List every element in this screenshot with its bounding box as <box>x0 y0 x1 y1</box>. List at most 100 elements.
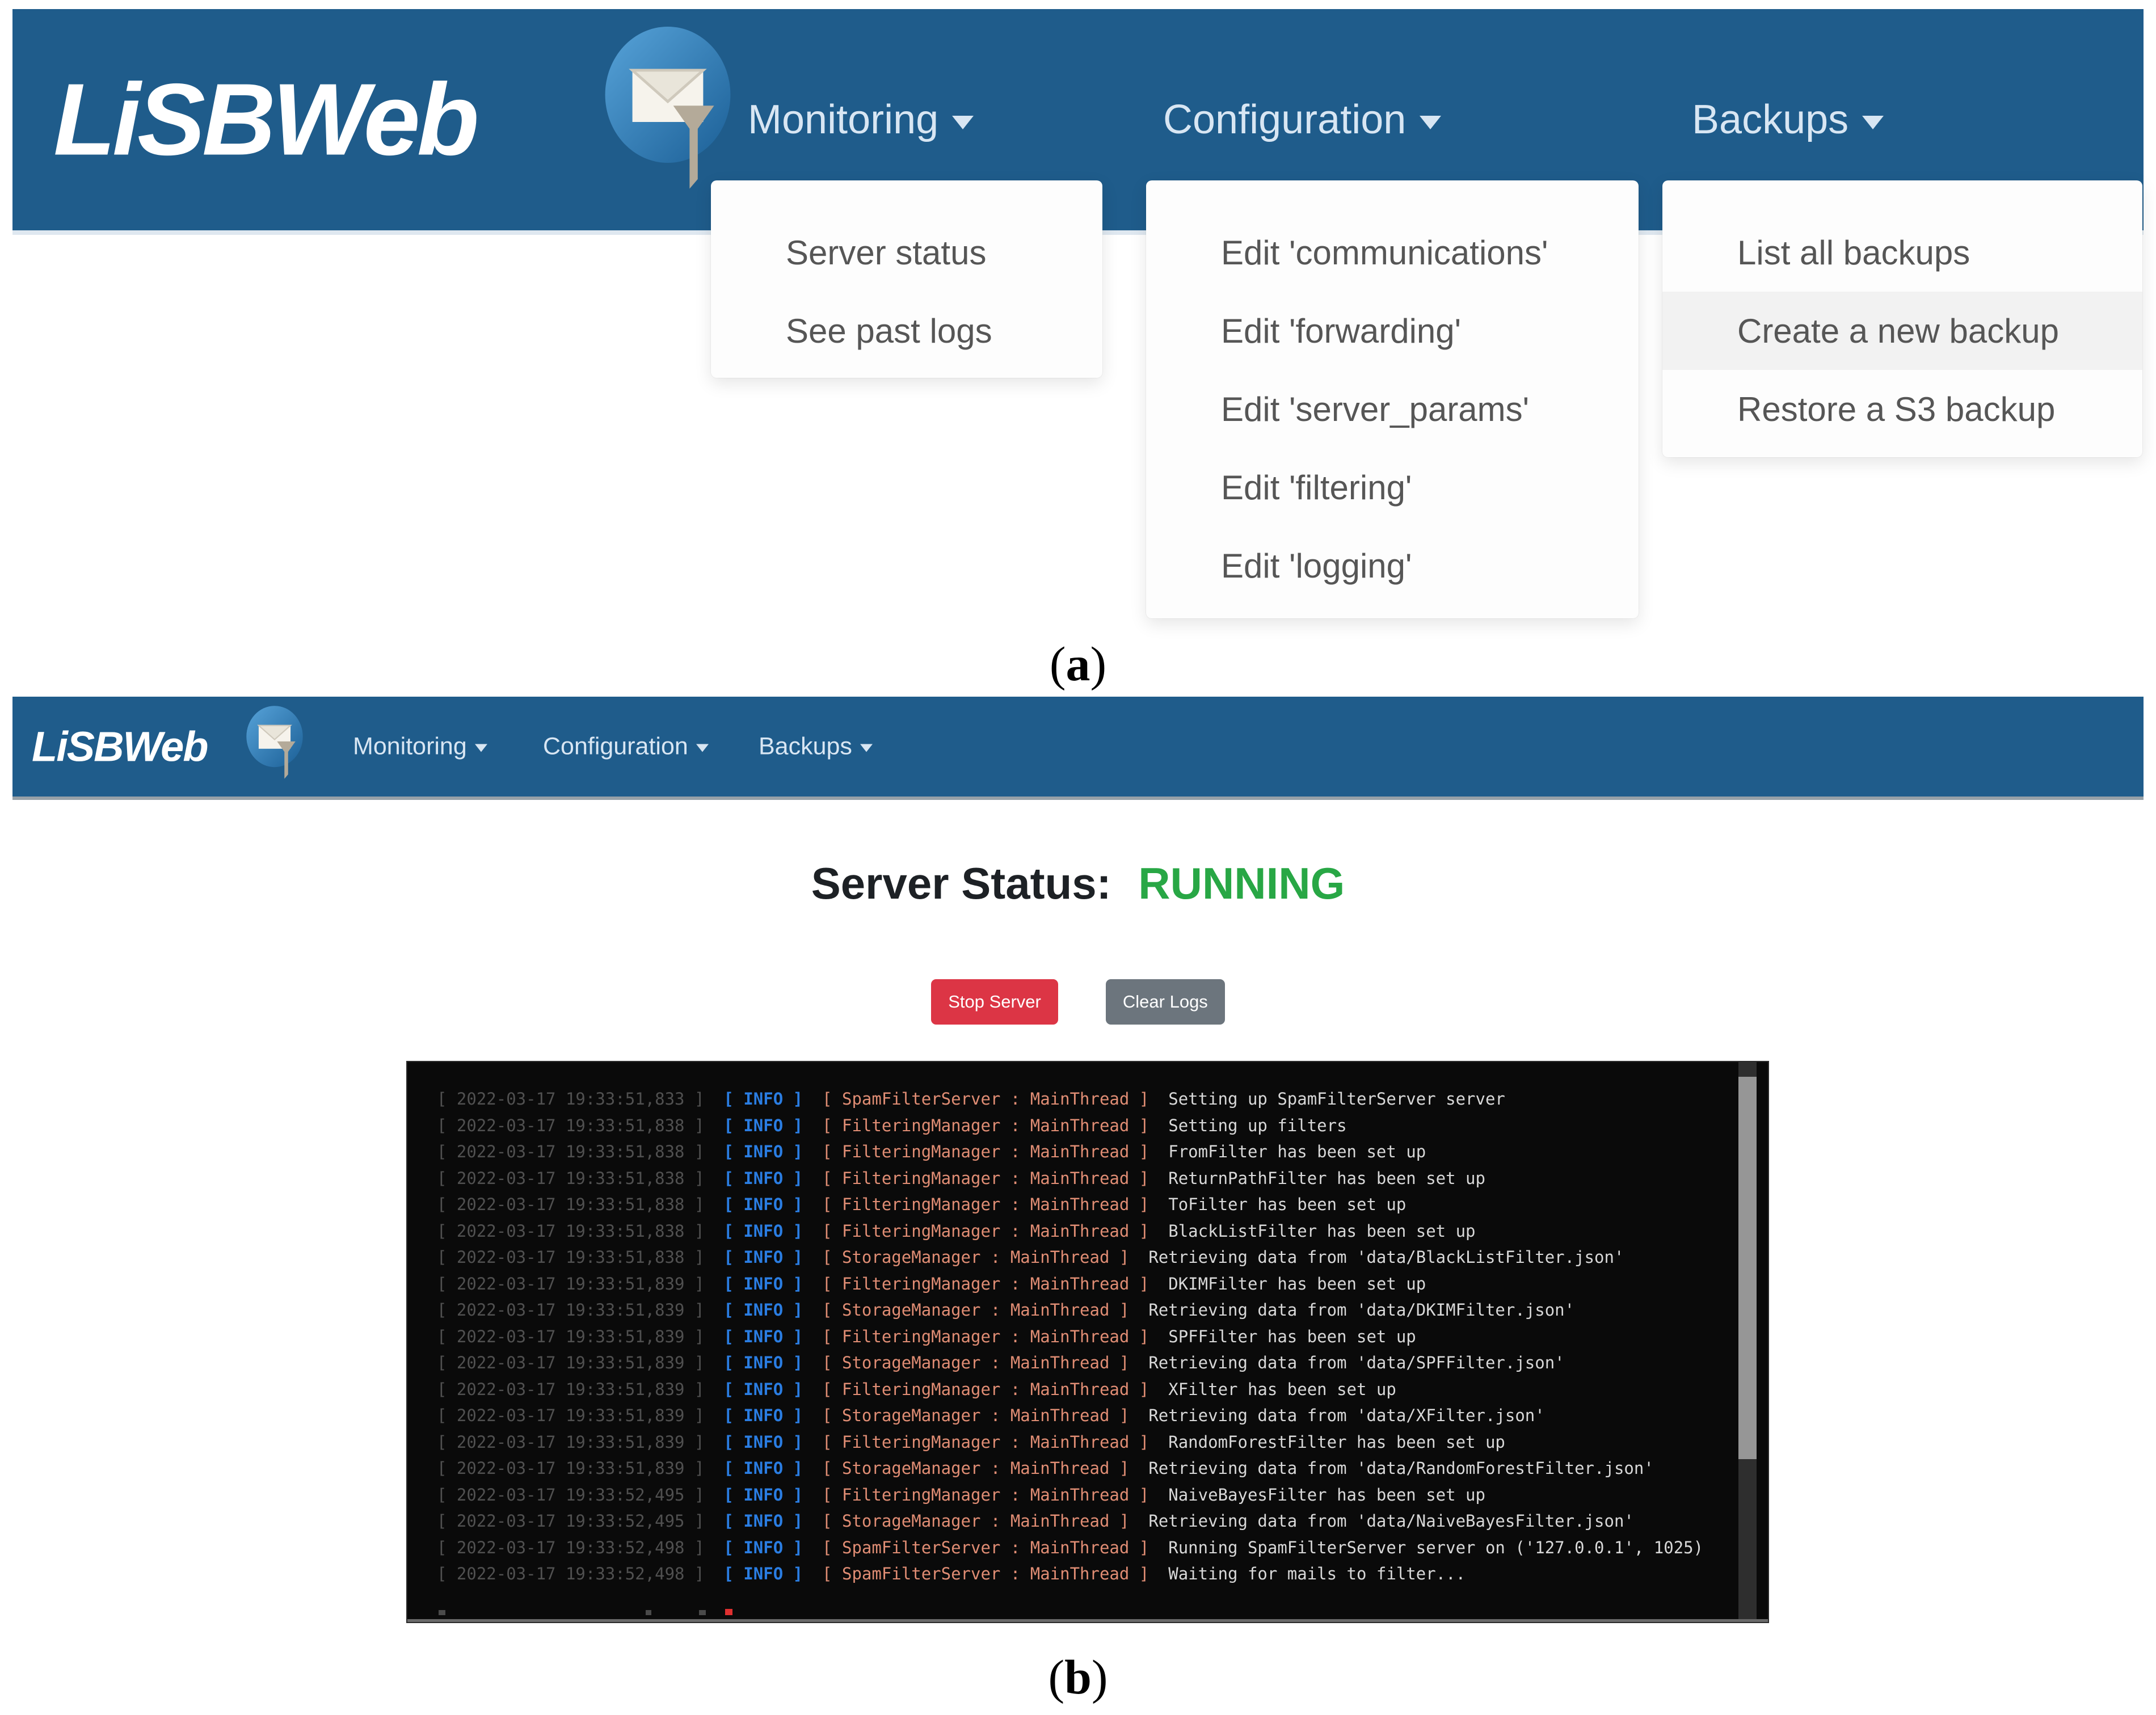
log-timestamp: [ 2022-03-17 19:33:52,498 ] <box>437 1564 704 1583</box>
server-status-value: RUNNING <box>1138 858 1345 908</box>
log-line: [ 2022-03-17 19:33:51,839 ] [ INFO ] [ Sto… <box>437 1402 1703 1429</box>
figure-root: LiSBWeb Monitoring Configuration Backup <box>0 0 2156 1715</box>
caption-paren: ( <box>1050 637 1066 691</box>
menu-item-see-past-logs[interactable]: See past logs <box>711 292 1102 370</box>
nav-item-backups[interactable]: Backups <box>1692 96 1884 143</box>
caption-a: (a) <box>0 635 2156 692</box>
log-level-badge: [ INFO ] <box>723 1221 803 1241</box>
clipped-log-fragment <box>699 1610 706 1615</box>
caption-letter: a <box>1066 637 1090 691</box>
chevron-down-icon <box>696 744 709 752</box>
log-message: Retrieving data from 'data/RandomForestF… <box>1148 1459 1653 1478</box>
log-level-badge: [ INFO ] <box>723 1538 803 1557</box>
log-message: Setting up SpamFilterServer server <box>1168 1089 1505 1109</box>
nav-item-configuration[interactable]: Configuration <box>543 733 709 761</box>
log-level-badge: [ INFO ] <box>723 1116 803 1135</box>
log-level-badge: [ INFO ] <box>723 1459 803 1478</box>
brand-text: LiSBWeb <box>53 63 476 177</box>
log-module: [ FilteringManager : MainThread ] <box>822 1142 1149 1161</box>
menu-item-server-status[interactable]: Server status <box>711 213 1102 292</box>
server-status-heading: Server Status: RUNNING <box>0 858 2156 909</box>
chevron-down-icon <box>952 116 974 129</box>
log-line: [ 2022-03-17 19:33:51,838 ][ INFO ][ Fil… <box>437 1218 1703 1245</box>
action-button-row: Stop Server Clear Logs <box>0 979 2156 1025</box>
log-level-badge: [ INFO ] <box>723 1406 803 1425</box>
chevron-down-icon <box>860 744 873 752</box>
log-module: [ StorageManager : MainThread ] <box>822 1511 1129 1531</box>
log-timestamp: [ 2022-03-17 19:33:51,839 ] <box>437 1274 704 1293</box>
log-message: NaiveBayesFilter has been set up <box>1168 1485 1485 1505</box>
log-line: [ 2022-03-17 19:33:52,495 ] [ INFO ] [ Sto… <box>437 1508 1703 1535</box>
nav-item-monitoring[interactable]: Monitoring <box>748 96 974 143</box>
nav-item-backups[interactable]: Backups <box>759 733 873 761</box>
log-module: [ FilteringManager : MainThread ] <box>822 1274 1149 1293</box>
brand-logo[interactable]: LiSBWeb <box>32 723 207 771</box>
log-module: [ StorageManager : MainThread ] <box>822 1300 1129 1320</box>
log-message: SPFFilter has been set up <box>1168 1327 1416 1346</box>
clipped-log-fragment <box>646 1610 651 1615</box>
log-timestamp: [ 2022-03-17 19:33:51,838 ] <box>437 1169 704 1188</box>
log-timestamp: [ 2022-03-17 19:33:51,839 ] <box>437 1432 704 1452</box>
nav-item-label: Configuration <box>543 733 688 760</box>
caption-paren: ) <box>1092 1650 1108 1704</box>
stop-server-button[interactable]: Stop Server <box>931 979 1058 1025</box>
nav-item-monitoring[interactable]: Monitoring <box>353 733 487 761</box>
menu-item-edit-forwarding[interactable]: Edit 'forwarding' <box>1146 292 1639 370</box>
log-timestamp: [ 2022-03-17 19:33:52,495 ] <box>437 1511 704 1531</box>
menu-item-restore-s3-backup[interactable]: Restore a S3 backup <box>1662 370 2142 448</box>
clipped-log-fragment-red <box>725 1609 732 1615</box>
chevron-down-icon <box>1420 116 1441 129</box>
log-module: [ FilteringManager : MainThread ] <box>822 1380 1149 1399</box>
dropdown-monitoring: Server status See past logs <box>711 180 1102 378</box>
log-timestamp: [ 2022-03-17 19:33:52,498 ] <box>437 1538 704 1557</box>
log-message: XFilter has been set up <box>1168 1380 1396 1399</box>
log-module: [ FilteringManager : MainThread ] <box>822 1432 1149 1452</box>
menu-item-edit-communications[interactable]: Edit 'communications' <box>1146 213 1639 292</box>
log-timestamp: [ 2022-03-17 19:33:51,833 ] <box>437 1089 704 1109</box>
log-message: Retrieving data from 'data/NaiveBayesFil… <box>1148 1511 1634 1531</box>
menu-item-edit-server-params[interactable]: Edit 'server_params' <box>1146 370 1639 448</box>
log-message: BlackListFilter has been set up <box>1168 1221 1475 1241</box>
log-module: [ StorageManager : MainThread ] <box>822 1406 1129 1425</box>
log-line: [ 2022-03-17 19:33:51,838 ][ INFO ][ Fil… <box>437 1165 1703 1192</box>
log-level-badge: [ INFO ] <box>723 1511 803 1531</box>
log-line: [ 2022-03-17 19:33:51,838 ] [ INFO ] [ Fil… <box>437 1191 1703 1218</box>
log-timestamp: [ 2022-03-17 19:33:51,839 ] <box>437 1380 704 1399</box>
clear-logs-button[interactable]: Clear Logs <box>1106 979 1225 1025</box>
log-message: RandomForestFilter has been set up <box>1168 1432 1505 1452</box>
log-timestamp: [ 2022-03-17 19:33:51,838 ] <box>437 1195 704 1214</box>
log-level-badge: [ INFO ] <box>723 1089 803 1109</box>
log-level-badge: [ INFO ] <box>723 1564 803 1583</box>
log-timestamp: [ 2022-03-17 19:33:51,839 ] <box>437 1406 704 1425</box>
log-line: [ 2022-03-17 19:33:51,839 ][ INFO ][ Sto… <box>437 1297 1703 1324</box>
log-message: Retrieving data from 'data/DKIMFilter.js… <box>1148 1300 1574 1320</box>
log-module: [ SpamFilterServer : MainThread ] <box>822 1564 1149 1583</box>
brand-logo[interactable]: LiSBWeb <box>53 61 476 179</box>
nav-item-configuration[interactable]: Configuration <box>1163 96 1441 143</box>
nav-item-label: Backups <box>759 733 852 760</box>
log-timestamp: [ 2022-03-17 19:33:51,839 ] <box>437 1459 704 1478</box>
scrollbar-thumb[interactable] <box>1738 1077 1757 1459</box>
caption-letter: b <box>1064 1650 1092 1704</box>
log-level-badge: [ INFO ] <box>723 1195 803 1214</box>
log-message: Setting up filters <box>1168 1116 1346 1135</box>
log-level-badge: [ INFO ] <box>723 1248 803 1267</box>
log-module: [ FilteringManager : MainThread ] <box>822 1195 1149 1214</box>
log-level-badge: [ INFO ] <box>723 1169 803 1188</box>
menu-item-create-new-backup[interactable]: Create a new backup <box>1662 292 2142 370</box>
log-module: [ SpamFilterServer : MainThread ] <box>822 1089 1149 1109</box>
log-message: Retrieving data from 'data/SPFFilter.jso… <box>1148 1353 1564 1372</box>
log-timestamp: [ 2022-03-17 19:33:51,839 ] <box>437 1353 704 1372</box>
log-level-badge: [ INFO ] <box>723 1380 803 1399</box>
log-module: [ FilteringManager : MainThread ] <box>822 1327 1149 1346</box>
log-line: [ 2022-03-17 19:33:52,495 ][ INFO ][ Fil… <box>437 1482 1703 1508</box>
menu-item-list-all-backups[interactable]: List all backups <box>1662 213 2142 292</box>
menu-item-edit-filtering[interactable]: Edit 'filtering' <box>1146 448 1639 526</box>
mail-filter-logo-icon <box>244 705 305 781</box>
log-line: [ 2022-03-17 19:33:51,838 ][ INFO ][ Fil… <box>437 1139 1703 1165</box>
menu-item-edit-logging[interactable]: Edit 'logging' <box>1146 526 1639 605</box>
nav-item-label: Backups <box>1692 97 1848 142</box>
log-timestamp: [ 2022-03-17 19:33:51,839 ] <box>437 1300 704 1320</box>
log-message: Waiting for mails to filter... <box>1168 1564 1466 1583</box>
log-timestamp: [ 2022-03-17 19:33:51,838 ] <box>437 1248 704 1267</box>
